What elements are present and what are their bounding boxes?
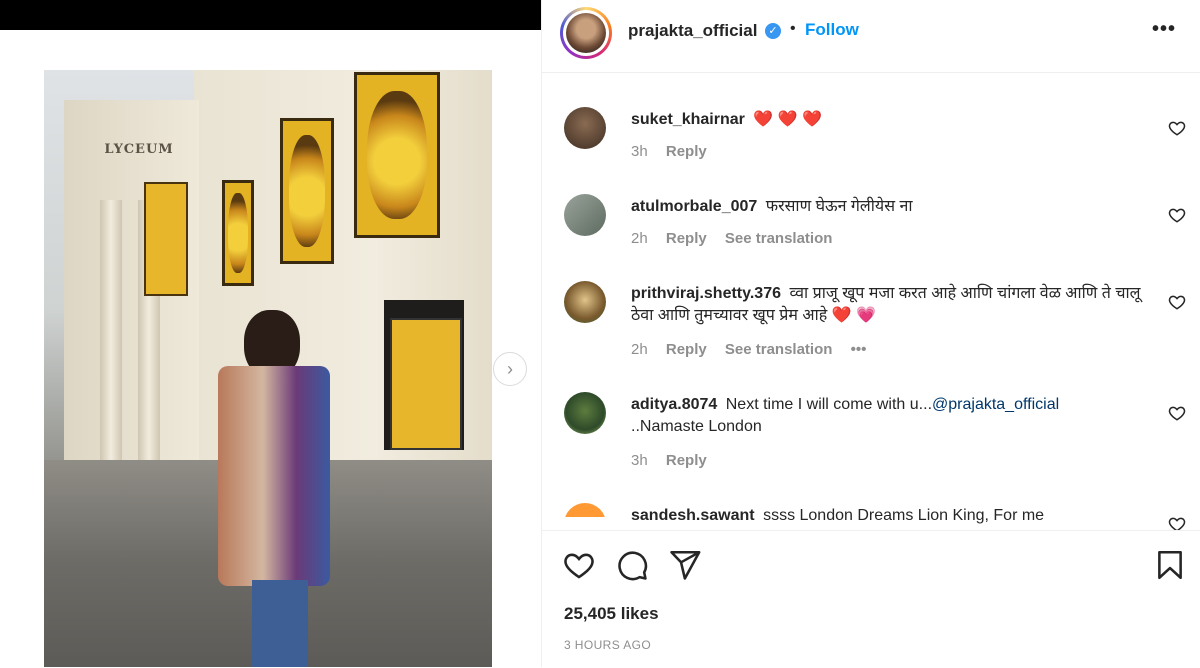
post-panel: prajakta_official ✓ • Follow ••• suket_k…	[541, 0, 1200, 667]
reply-button[interactable]: Reply	[666, 230, 707, 247]
comment-meta: 2h Reply See translation	[631, 230, 846, 247]
follow-button[interactable]: Follow	[805, 20, 859, 40]
comment-body-continued: ..Namaste London	[631, 418, 762, 435]
person	[204, 310, 344, 667]
post-timestamp: 3 HOURS AGO	[564, 638, 652, 652]
comment-username[interactable]: prithviraj.shetty.376	[631, 285, 781, 302]
like-comment-heart-icon[interactable]	[1168, 119, 1186, 137]
comment-time: 3h	[631, 452, 648, 469]
comment-username[interactable]: sandesh.sawant	[631, 507, 755, 524]
comment-body: Next time I will come with u...	[725, 396, 933, 413]
comment-time: 2h	[631, 341, 648, 358]
see-translation-button[interactable]: See translation	[725, 341, 833, 358]
see-translation-button[interactable]: See translation	[725, 230, 833, 247]
comment-meta: 3h Reply	[631, 143, 721, 160]
comment-item: sandesh.sawant ssss London Dreams Lion K…	[564, 503, 1186, 530]
post-actions: 25,405 likes 3 HOURS AGO	[542, 530, 1200, 668]
comment-body: ssss London Dreams Lion King, For me	[763, 507, 1045, 524]
comment-body: फरसाण घेऊन गेलीयेस ना	[765, 198, 913, 215]
comment-text: aditya.8074 Next time I will come with u…	[631, 394, 1141, 438]
comment-time: 2h	[631, 230, 648, 247]
comment-username[interactable]: atulmorbale_007	[631, 198, 757, 215]
comment-body: ❤️ ❤️ ❤️	[753, 111, 822, 128]
comment-username[interactable]: suket_khairnar	[631, 111, 745, 128]
lion-king-banner	[144, 182, 188, 296]
more-options-button[interactable]: •••	[1152, 18, 1176, 41]
comment-item: atulmorbale_007 फरसाण घेऊन गेलीयेस ना 2h…	[564, 194, 1186, 274]
post-photo[interactable]: LYCEUM	[44, 70, 492, 667]
comment-item: prithviraj.shetty.376 व्वा प्राजू खूप मज…	[564, 281, 1186, 381]
post-media: LYCEUM ›	[0, 0, 541, 667]
comment-time: 3h	[631, 143, 648, 160]
media-top-bar	[0, 0, 541, 30]
reply-button[interactable]: Reply	[666, 143, 707, 160]
paper-plane-icon[interactable]	[668, 548, 702, 582]
lyceum-sign: LYCEUM	[104, 142, 174, 157]
commenter-avatar[interactable]	[564, 503, 606, 530]
lion-king-poster	[222, 180, 254, 286]
heart-icon[interactable]	[562, 548, 596, 582]
comment-text: prithviraj.shetty.376 व्वा प्राजू खूप मज…	[631, 283, 1141, 327]
commenter-avatar[interactable]	[564, 194, 606, 236]
comment-text: suket_khairnar ❤️ ❤️ ❤️	[631, 109, 1131, 131]
comment-icon[interactable]	[615, 548, 649, 582]
mention-link[interactable]: @prajakta_official	[932, 396, 1059, 413]
reply-button[interactable]: Reply	[666, 452, 707, 469]
chevron-right-icon: ›	[507, 358, 513, 379]
bookmark-icon[interactable]	[1153, 548, 1187, 582]
likes-count[interactable]: 25,405 likes	[564, 604, 659, 624]
theatre-board	[390, 318, 462, 450]
lion-king-poster	[354, 72, 440, 238]
post-header: prajakta_official ✓ • Follow •••	[542, 0, 1200, 73]
comment-username[interactable]: aditya.8074	[631, 396, 717, 413]
comment-meta: 2h Reply See translation •••	[631, 341, 880, 358]
next-photo-button[interactable]: ›	[493, 352, 527, 386]
reply-button[interactable]: Reply	[666, 341, 707, 358]
commenter-avatar[interactable]	[564, 281, 606, 323]
like-comment-heart-icon[interactable]	[1168, 206, 1186, 224]
commenter-avatar[interactable]	[564, 392, 606, 434]
commenter-avatar[interactable]	[564, 107, 606, 149]
like-comment-heart-icon[interactable]	[1168, 515, 1186, 530]
author-username[interactable]: prajakta_official	[628, 21, 757, 41]
separator-dot: •	[790, 20, 796, 37]
lion-king-poster	[280, 118, 334, 264]
comment-item: suket_khairnar ❤️ ❤️ ❤️ 3h Reply	[564, 107, 1186, 187]
like-comment-heart-icon[interactable]	[1168, 404, 1186, 422]
comment-text: sandesh.sawant ssss London Dreams Lion K…	[631, 505, 1131, 527]
comment-text: atulmorbale_007 फरसाण घेऊन गेलीयेस ना	[631, 196, 1131, 218]
comments-list[interactable]: suket_khairnar ❤️ ❤️ ❤️ 3h Reply atulmor…	[542, 73, 1200, 530]
like-comment-heart-icon[interactable]	[1168, 293, 1186, 311]
author-avatar[interactable]	[560, 7, 612, 59]
verified-badge-icon: ✓	[765, 23, 781, 39]
comment-item: aditya.8074 Next time I will come with u…	[564, 392, 1186, 492]
comment-options-button[interactable]: •••	[851, 341, 867, 358]
comment-meta: 3h Reply	[631, 452, 721, 469]
